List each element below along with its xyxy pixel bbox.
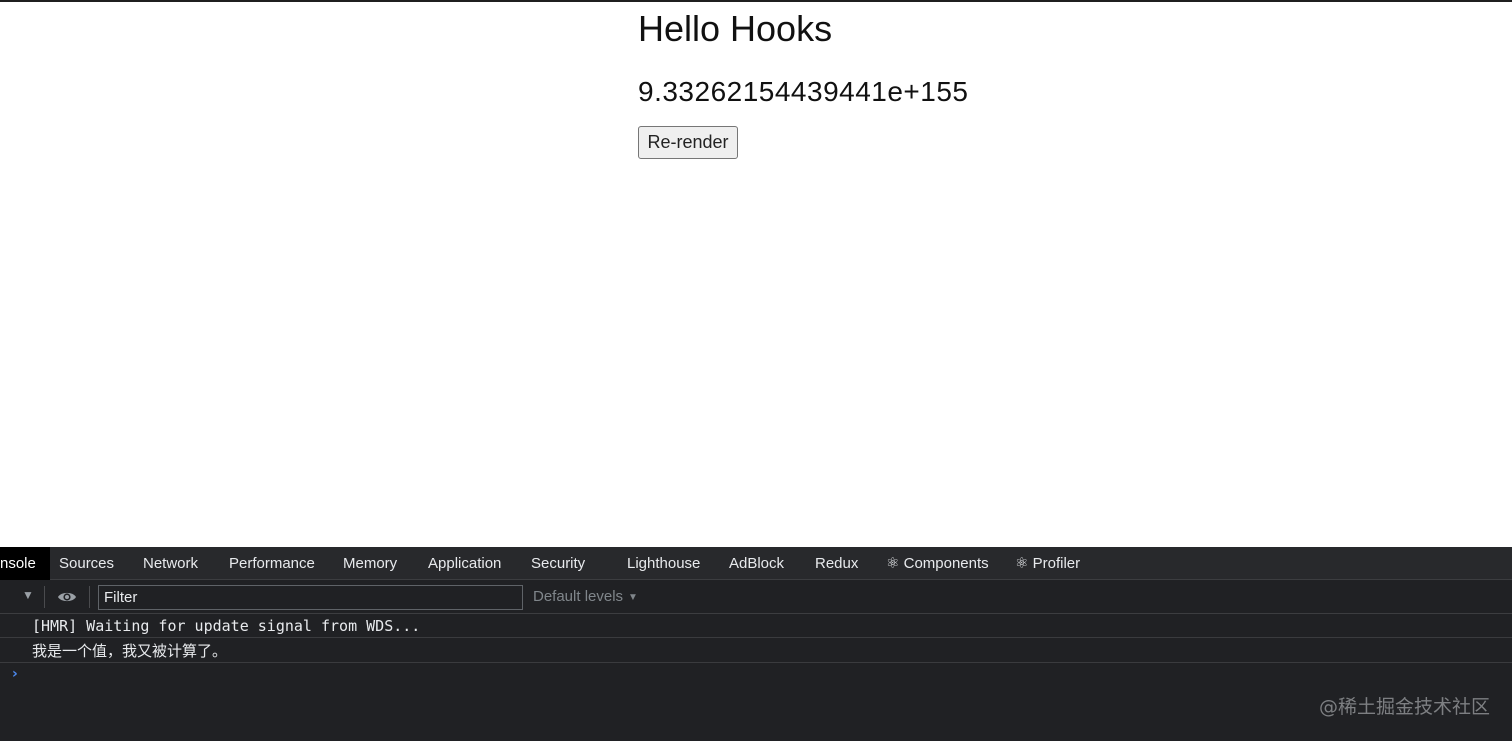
- console-message: 我是一个值，我又被计算了。: [0, 639, 1512, 663]
- filter-input[interactable]: [98, 585, 523, 610]
- tab-sources[interactable]: Sources: [59, 547, 114, 580]
- console-output: [HMR] Waiting for update signal from WDS…: [0, 614, 1512, 741]
- tab-security[interactable]: Security: [531, 547, 585, 580]
- toolbar-divider: [44, 586, 45, 608]
- tab-application[interactable]: Application: [428, 547, 501, 580]
- rerender-button[interactable]: Re-render: [638, 126, 738, 159]
- log-levels-dropdown[interactable]: Default levels ▼: [533, 580, 638, 613]
- watermark: @稀土掘金技术社区: [1318, 696, 1490, 718]
- eye-icon[interactable]: [57, 589, 77, 605]
- tab-adblock[interactable]: AdBlock: [729, 547, 784, 580]
- tab-components[interactable]: ⚛ Components: [886, 547, 989, 580]
- chevron-right-icon[interactable]: ›: [12, 666, 18, 682]
- tab-redux[interactable]: Redux: [815, 547, 858, 580]
- computed-value: 9.33262154439441e+155: [638, 76, 969, 107]
- console-message: [HMR] Waiting for update signal from WDS…: [0, 614, 1512, 638]
- console-toolbar: ▼ Default levels ▼: [0, 580, 1512, 614]
- page-title: Hello Hooks: [638, 8, 833, 49]
- tab-memory[interactable]: Memory: [343, 547, 397, 580]
- tab-performance[interactable]: Performance: [229, 547, 315, 580]
- tab-lighthouse[interactable]: Lighthouse: [627, 547, 700, 580]
- triangle-down-icon: ▼: [628, 592, 638, 603]
- tab-profiler[interactable]: ⚛ Profiler: [1015, 547, 1080, 580]
- devtools-tabbar: nsole Sources Network Performance Memory…: [0, 547, 1512, 580]
- tab-console[interactable]: nsole: [0, 547, 50, 580]
- devtools-panel: nsole Sources Network Performance Memory…: [0, 547, 1512, 741]
- triangle-down-icon[interactable]: ▼: [22, 588, 34, 602]
- page-viewport: Hello Hooks 9.33262154439441e+155 Re-ren…: [0, 0, 1512, 547]
- toolbar-divider: [89, 586, 90, 608]
- tab-network[interactable]: Network: [143, 547, 198, 580]
- log-levels-label: Default levels: [533, 588, 624, 605]
